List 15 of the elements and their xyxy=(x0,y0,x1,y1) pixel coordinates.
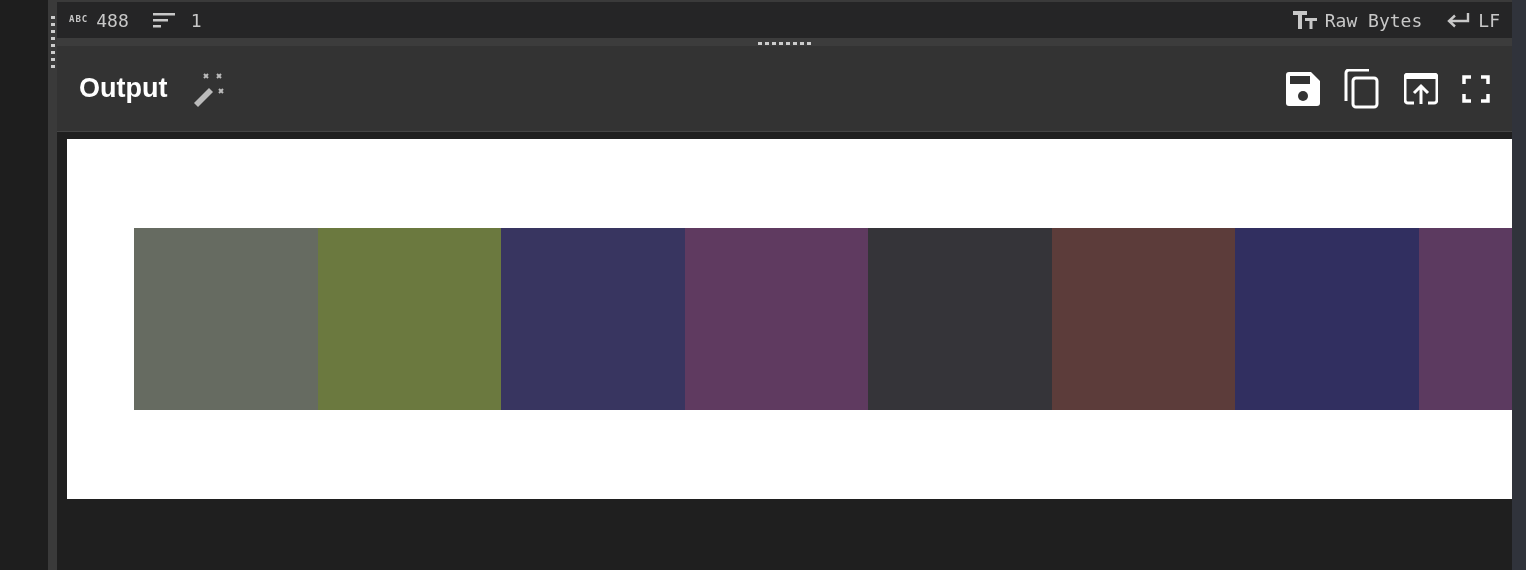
fullscreen-button[interactable] xyxy=(1462,74,1490,103)
panel-title: Output xyxy=(79,72,168,106)
character-count-label: ABC xyxy=(69,13,89,27)
line-count: 1 xyxy=(190,8,202,33)
return-arrow-icon[interactable] xyxy=(1446,12,1471,28)
encoding-selector[interactable]: Raw Bytes xyxy=(1324,6,1423,34)
resize-handle[interactable] xyxy=(757,42,812,45)
save-button[interactable] xyxy=(1286,71,1320,106)
text-format-icon[interactable] xyxy=(1292,10,1317,30)
resize-handle[interactable] xyxy=(50,16,55,70)
line-ending-selector[interactable]: LF xyxy=(1478,6,1500,34)
character-count: 488 xyxy=(96,8,129,33)
open-in-window-button[interactable] xyxy=(1404,72,1438,105)
lines-icon xyxy=(152,11,175,29)
copy-button[interactable] xyxy=(1344,68,1380,109)
